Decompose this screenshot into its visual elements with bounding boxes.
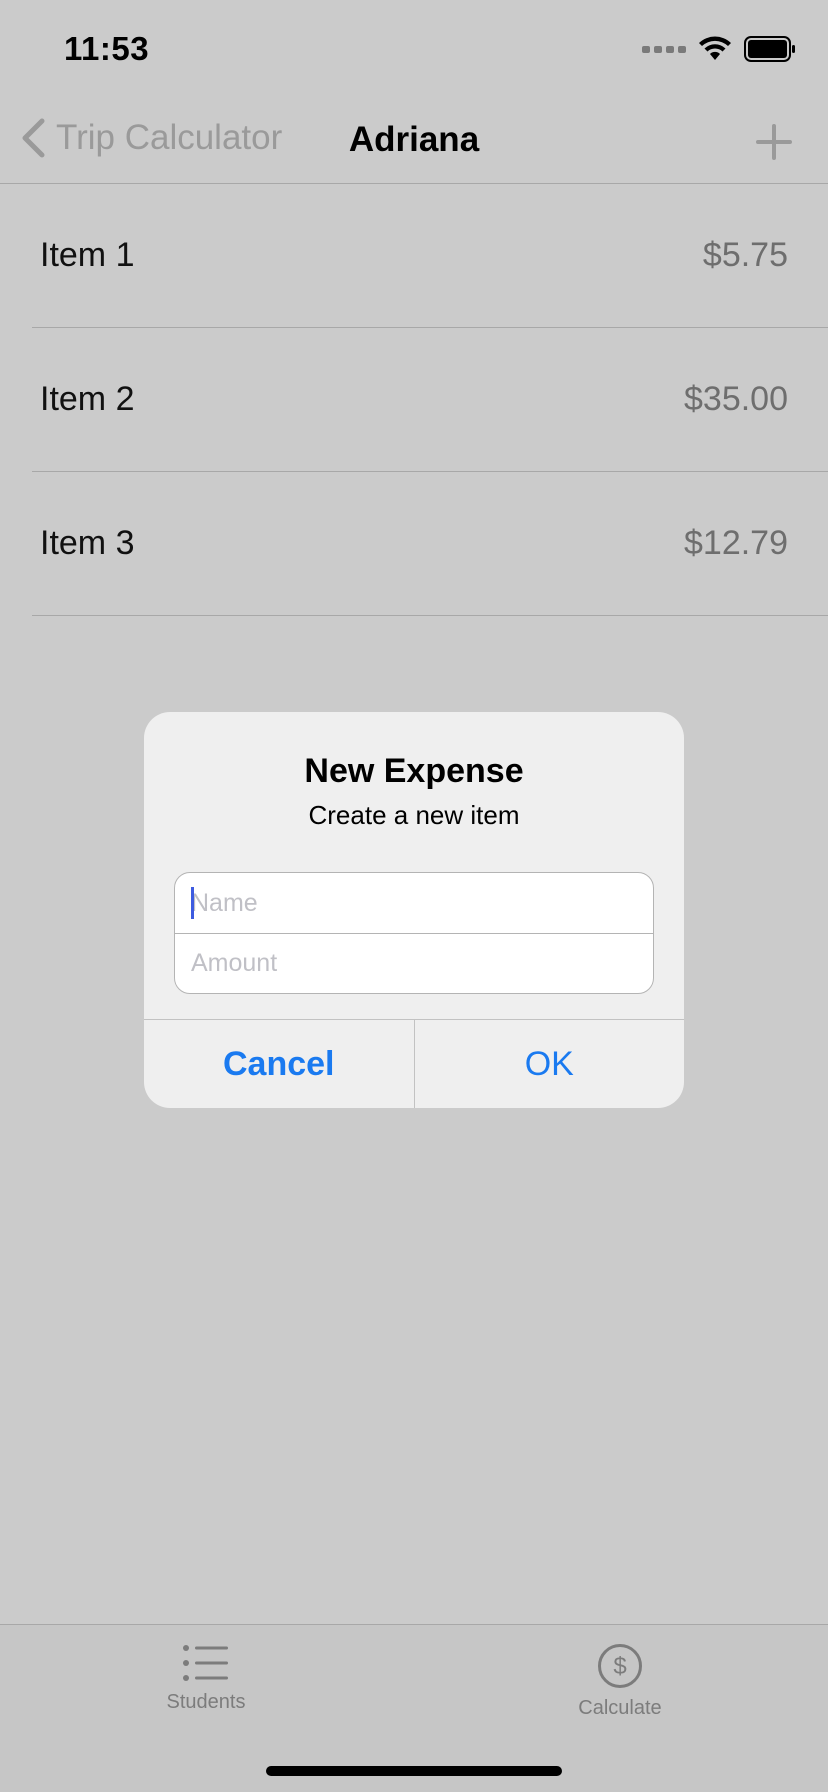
tab-students[interactable]: Students <box>106 1643 306 1714</box>
name-input[interactable] <box>175 873 653 933</box>
tab-calculate[interactable]: $ Calculate <box>520 1643 720 1720</box>
alert-fields <box>174 872 654 994</box>
home-indicator <box>266 1766 562 1776</box>
alert-title: New Expense <box>304 752 524 790</box>
ok-button[interactable]: OK <box>413 1020 685 1108</box>
wifi-icon <box>699 36 731 60</box>
item-name: Item 1 <box>40 236 135 274</box>
dollar-circle-icon: $ <box>598 1644 642 1688</box>
expense-list: Item 1 $5.75 Item 2 $35.00 Item 3 $12.79 <box>0 184 828 616</box>
list-item[interactable]: Item 2 $35.00 <box>32 328 828 472</box>
item-name: Item 2 <box>40 380 135 418</box>
alert-actions: Cancel OK <box>144 1019 684 1108</box>
battery-icon <box>744 36 795 62</box>
item-amount: $5.75 <box>702 236 788 274</box>
list-item[interactable]: Item 3 $12.79 <box>32 472 828 616</box>
list-item[interactable]: Item 1 $5.75 <box>32 184 828 328</box>
list-icon <box>183 1645 228 1681</box>
alert-message: Create a new item <box>308 800 520 830</box>
new-expense-alert: New Expense Create a new item Cancel OK <box>144 712 684 1108</box>
page-title: Adriana <box>348 120 480 159</box>
status-bar: 11:53 <box>0 0 828 100</box>
item-amount: $12.79 <box>684 524 788 562</box>
status-time: 11:53 <box>64 30 150 67</box>
tab-students-label: Students <box>166 1691 246 1713</box>
status-icons <box>642 36 796 62</box>
text-cursor <box>191 887 194 919</box>
item-name: Item 3 <box>40 524 135 562</box>
cancel-button[interactable]: Cancel <box>144 1020 414 1108</box>
svg-text:$: $ <box>613 1653 626 1680</box>
name-field-container <box>175 873 653 933</box>
cellular-signal-icon <box>642 45 686 53</box>
tab-calculate-label: Calculate <box>578 1697 662 1719</box>
amount-input[interactable] <box>175 934 653 993</box>
amount-field-container <box>175 933 653 993</box>
item-amount: $35.00 <box>684 380 788 418</box>
add-button[interactable] <box>752 120 796 164</box>
navigation-bar: Trip Calculator Adriana <box>0 100 828 184</box>
